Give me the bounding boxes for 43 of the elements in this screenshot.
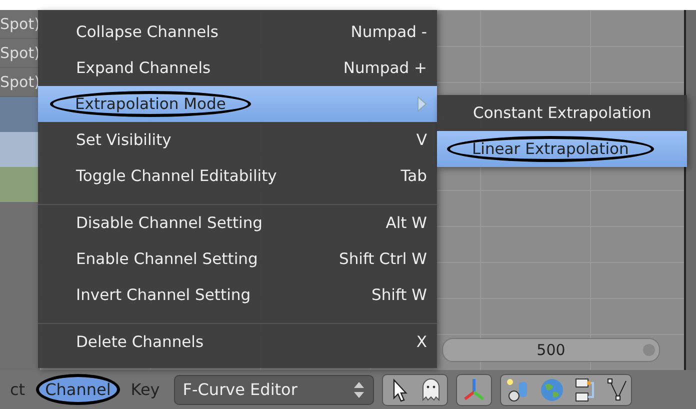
horizontal-scrollbar[interactable]: 500 [442,338,660,362]
scrollbar-value: 500 [536,341,566,359]
menu-item-label: Enable Channel Setting [75,249,259,270]
submenu-arrow-icon [417,96,427,112]
submenu-item[interactable]: Constant Extrapolation [437,95,687,131]
channel-row-band [0,132,40,167]
menu-item[interactable]: Toggle Channel Editability Tab [38,158,437,194]
menu-item-label: Delete Channels [75,332,205,353]
menu-item-label: Set Visibility [75,130,172,151]
shortcut-label: Numpad - [350,23,427,41]
menu-item[interactable]: Extrapolation Mode [38,86,437,122]
shortcut-label: Shift Ctrl W [339,250,427,268]
menu-item-label: Disable Channel Setting [75,213,264,234]
channel-name: Spot) [0,73,40,91]
scroll-handle-icon[interactable] [643,344,655,356]
shortcut-label: Shift W [372,286,427,304]
menu-item[interactable]: Expand Channels Numpad + [38,50,437,86]
shortcut-label: Numpad + [343,59,427,77]
menu-item-label: Expand Channels [75,58,212,79]
menu-item[interactable]: Delete Channels X [38,323,437,360]
up-down-arrows-icon [352,380,365,398]
menu-item-label: Extrapolation Mode [50,91,251,117]
channel-row-band [0,167,40,202]
menu-item-label: Collapse Channels [75,22,220,43]
channel-name: Spot) [0,15,40,33]
submenu-item-label: Constant Extrapolation [472,103,652,124]
shortcut-label: V [416,131,427,149]
menu-item[interactable]: Set Visibility V [38,122,437,158]
mode-dropdown[interactable]: F-Curve Editor [174,374,374,404]
menu-item[interactable]: Invert Channel Setting Shift W [38,277,437,313]
channel-name: Spot) [0,44,40,62]
submenu-item[interactable]: Linear Extrapolation [437,131,687,167]
menu-item-label: Toggle Channel Editability [75,166,278,187]
menu-item[interactable]: Enable Channel Setting Shift Ctrl W [38,241,437,277]
channel-row-band [0,97,40,132]
shortcut-label: Tab [400,167,427,185]
menu-item-label: Invert Channel Setting [75,285,252,306]
menu-item[interactable]: Collapse Channels Numpad - [38,14,437,50]
shortcut-label: X [416,333,427,351]
shortcut-label: Alt W [386,214,427,232]
header-menu[interactable]: Channel [39,377,117,402]
menu-item[interactable]: Disable Channel Setting Alt W [38,204,437,241]
submenu-item-label: Linear Extrapolation [447,136,654,162]
